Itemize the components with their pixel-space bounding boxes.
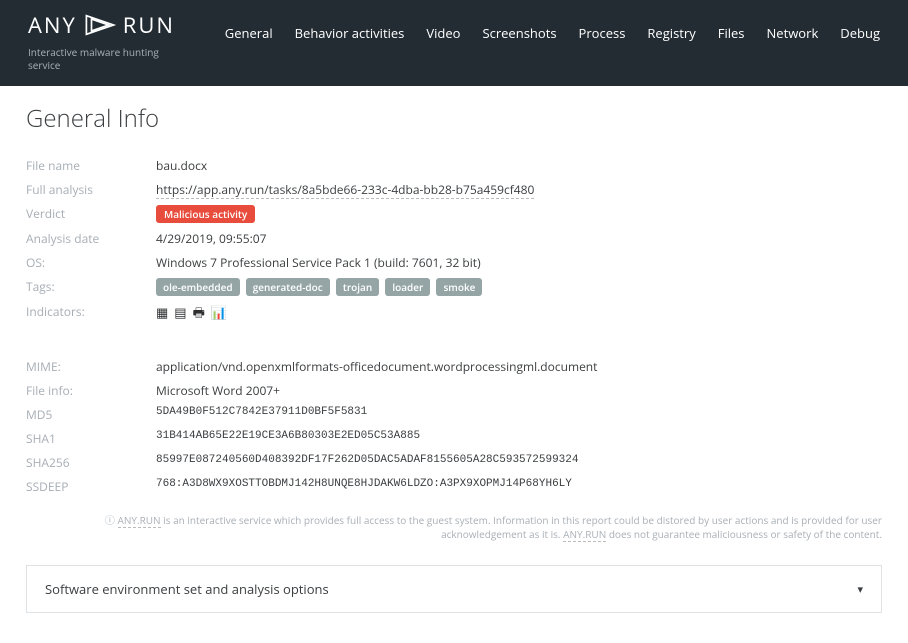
label-verdict: Verdict	[26, 205, 156, 223]
brand-tagline: Interactive malware hunting service	[28, 46, 178, 72]
tag-item[interactable]: ole-embedded	[156, 278, 240, 296]
disclaimer-text: ⓘ ANY.RUN is an interactive service whic…	[26, 513, 882, 541]
nav-video[interactable]: Video	[426, 24, 460, 42]
label-file-name: File name	[26, 157, 156, 174]
tag-item[interactable]: generated-doc	[246, 278, 330, 296]
tag-item[interactable]: smoke	[436, 278, 482, 296]
info-icon: ⓘ	[105, 513, 118, 527]
nav-process[interactable]: Process	[579, 24, 626, 42]
value-file-info: Microsoft Word 2007+	[156, 382, 882, 399]
value-md5: 5DA49B0F512C7842E37911D0BF5F5831	[156, 406, 882, 423]
nav-behavior[interactable]: Behavior activities	[295, 24, 405, 42]
nav-debug[interactable]: Debug	[840, 24, 880, 42]
disclaimer-brand-2[interactable]: ANY.RUN	[563, 527, 606, 542]
value-tags: ole-embedded generated-doc trojan loader…	[156, 278, 882, 296]
value-sha1: 31B414AB65E22E19CE3A6B80303E2ED05C53A885	[156, 430, 882, 447]
nav-screenshots[interactable]: Screenshots	[482, 24, 556, 42]
value-sha256: 85997E087240560D408392DF17F262D05DAC5ADA…	[156, 454, 882, 471]
page-title: General Info	[26, 102, 882, 135]
app-header: ANY RUN Interactive malware hunting serv…	[0, 0, 908, 86]
play-triangle-icon	[83, 13, 117, 37]
label-analysis-date: Analysis date	[26, 230, 156, 247]
label-sha1: SHA1	[26, 430, 156, 447]
disclaimer-brand-1[interactable]: ANY.RUN	[118, 513, 161, 528]
brand-block: ANY RUN Interactive malware hunting serv…	[28, 10, 178, 72]
label-sha256: SHA256	[26, 454, 156, 471]
top-nav: General Behavior activities Video Screen…	[225, 10, 880, 42]
collapse-title: Software environment set and analysis op…	[45, 580, 329, 598]
label-full-analysis: Full analysis	[26, 181, 156, 198]
badge-verdict: Malicious activity	[156, 205, 255, 223]
tag-item[interactable]: loader	[385, 278, 430, 296]
value-os: Windows 7 Professional Service Pack 1 (b…	[156, 254, 882, 271]
label-md5: MD5	[26, 406, 156, 423]
indicator-grid-icon: ▦	[156, 303, 168, 326]
indicator-chart-icon: 📊	[211, 303, 227, 326]
spacer	[26, 333, 882, 351]
nav-general[interactable]: General	[225, 24, 273, 42]
tag-item[interactable]: trojan	[336, 278, 379, 296]
nav-files[interactable]: Files	[718, 24, 745, 42]
indicator-print-icon: 🖶	[193, 303, 205, 326]
value-file-name: bau.docx	[156, 157, 882, 174]
brand-logo[interactable]: ANY RUN	[28, 10, 178, 40]
brand-text-run: RUN	[123, 10, 175, 40]
label-mime: MIME:	[26, 358, 156, 375]
brand-text-any: ANY	[28, 10, 77, 40]
collapse-software-env[interactable]: Software environment set and analysis op…	[26, 565, 882, 613]
value-mime: application/vnd.openxmlformats-officedoc…	[156, 358, 882, 375]
nav-network[interactable]: Network	[767, 24, 819, 42]
main-content: General Info File name bau.docx Full ana…	[0, 86, 908, 643]
label-indicators: Indicators:	[26, 303, 156, 326]
value-ssdeep: 768:A3D8WX9XOSTTOBDMJ142H8UNQE8HJDAKW6LD…	[156, 478, 882, 495]
label-os: OS:	[26, 254, 156, 271]
link-full-analysis[interactable]: https://app.any.run/tasks/8a5bde66-233c-…	[156, 181, 534, 199]
label-file-info: File info:	[26, 382, 156, 399]
disclaimer-part2: does not guarantee maliciousness or safe…	[606, 527, 882, 541]
indicator-barcode-icon: ▤	[174, 303, 186, 326]
nav-registry[interactable]: Registry	[647, 24, 695, 42]
value-indicators: ▦ ▤ 🖶 📊	[156, 303, 882, 326]
label-ssdeep: SSDEEP	[26, 478, 156, 495]
general-info-grid: File name bau.docx Full analysis https:/…	[26, 157, 882, 495]
label-tags: Tags:	[26, 278, 156, 296]
value-analysis-date: 4/29/2019, 09:55:07	[156, 230, 882, 247]
chevron-down-icon: ▾	[857, 582, 863, 597]
